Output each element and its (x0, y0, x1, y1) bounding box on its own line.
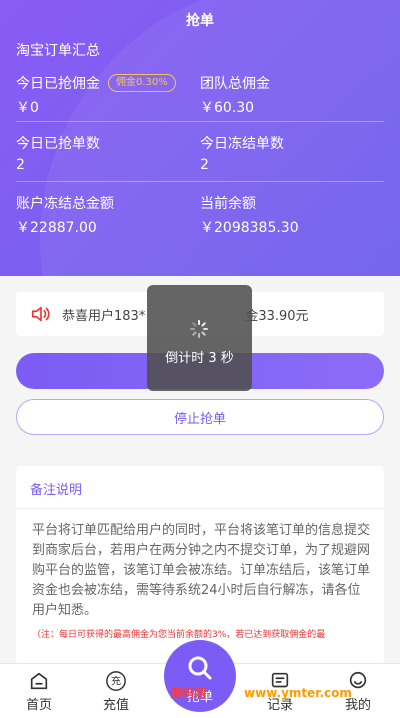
stop-grab-button[interactable]: 停止抢单 (16, 399, 384, 435)
loading-spinner-icon (190, 320, 208, 338)
divider (16, 121, 384, 122)
remark-title: 备注说明 (16, 466, 384, 509)
recharge-glyph: 充 (111, 675, 121, 688)
remark-note: （注：每日可获得的最高佣金为您当前余额的3%，若已达到获取佣金的最 (32, 630, 326, 640)
stat-value: 2 (16, 157, 25, 173)
divider (16, 181, 384, 182)
tab-home[interactable]: 首页 (9, 670, 69, 713)
countdown-toast: 倒计时 3 秒 (147, 285, 252, 391)
stat-label: 今日已抢佣金 (16, 76, 100, 92)
stat-value: ￥60.30 (200, 100, 255, 116)
watermark-text: 源码网 (170, 686, 207, 700)
section-title: 淘宝订单汇总 (16, 43, 100, 59)
recharge-icon: 充 (106, 671, 126, 691)
stat-label: 今日已抢单数 (16, 136, 100, 152)
commission-rate-badge: 佣金0.30% (108, 74, 176, 92)
stat-label: 账户冻结总金额 (16, 196, 114, 212)
stat-label: 当前余额 (200, 196, 256, 212)
stat-value: ￥0 (16, 100, 39, 116)
watermark-url: www.ymter.com (244, 686, 352, 700)
stat-label: 今日冻结单数 (200, 136, 284, 152)
tab-grab[interactable]: 抢单 (164, 640, 236, 712)
header: 抢单 淘宝订单汇总 今日已抢佣金 佣金0.30% ￥0 团队总佣金 ￥60.30… (0, 0, 400, 276)
notice-message-start: 恭喜用户183* (62, 308, 146, 324)
countdown-text: 倒计时 3 秒 (165, 351, 234, 366)
stat-today-orders: 今日已抢单数 2 (16, 133, 100, 173)
tab-label: 首页 (25, 698, 52, 713)
stat-value: ￥22887.00 (16, 220, 97, 236)
stat-today-commission: 今日已抢佣金 佣金0.30% ￥0 (16, 73, 176, 117)
stat-label: 团队总佣金 (200, 76, 270, 92)
stat-value: 2 (200, 157, 209, 173)
watermark: 源码网 www.ymter.com (170, 684, 352, 701)
stat-balance: 当前余额 ￥2098385.30 (200, 193, 299, 237)
search-icon (188, 656, 212, 680)
tab-recharge[interactable]: 充 充值 (86, 670, 146, 713)
speaker-icon (31, 306, 50, 322)
tab-label: 充值 (102, 698, 129, 713)
page-title: 抢单 (186, 13, 214, 29)
stat-value: ￥2098385.30 (200, 220, 299, 236)
stat-frozen-total: 账户冻结总金额 ￥22887.00 (16, 193, 114, 237)
remark-card: 备注说明 平台将订单匹配给用户的同时，平台将该笔订单的信息提交到商家后台，若用户… (16, 466, 384, 666)
remark-body: 平台将订单匹配给用户的同时，平台将该笔订单的信息提交到商家后台，若用户在两分钟之… (32, 523, 371, 618)
home-icon (30, 672, 48, 690)
notice-message-end: 金33.90元 (245, 308, 309, 324)
stat-today-frozen: 今日冻结单数 2 (200, 133, 284, 173)
stat-team-commission: 团队总佣金 ￥60.30 (200, 73, 270, 117)
